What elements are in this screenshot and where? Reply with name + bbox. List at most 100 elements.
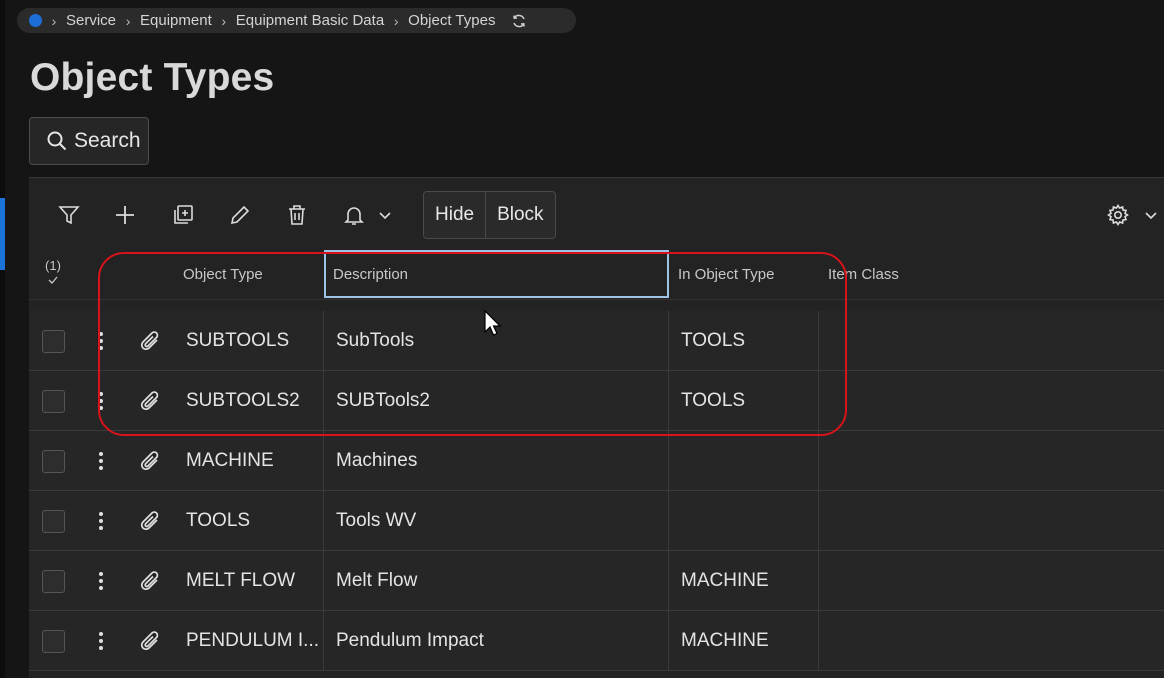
search-button-label: Search xyxy=(74,129,141,152)
cell-item-class xyxy=(831,491,1131,551)
paperclip-icon[interactable] xyxy=(137,387,163,415)
more-options-icon[interactable] xyxy=(91,388,111,414)
column-divider xyxy=(818,311,819,371)
cell-in-object-type-link[interactable] xyxy=(681,431,819,491)
cell-description: SUBTools2 xyxy=(336,390,430,411)
selected-count: (1) xyxy=(45,258,61,273)
table-row[interactable]: SUBTOOLS2 SUBTools2 TOOLS xyxy=(29,371,1164,431)
column-divider xyxy=(323,431,324,491)
column-divider xyxy=(818,371,819,431)
column-divider xyxy=(668,551,669,611)
chevron-right-icon: › xyxy=(221,12,227,29)
cell-object-type: SUBTOOLS xyxy=(186,330,290,351)
column-divider xyxy=(323,611,324,671)
paperclip-icon[interactable] xyxy=(137,567,163,595)
hide-block-button-group: Hide Block xyxy=(423,191,556,239)
table-row[interactable]: MACHINE Machines xyxy=(29,431,1164,491)
column-divider xyxy=(668,311,669,371)
column-divider xyxy=(668,371,669,431)
more-options-icon[interactable] xyxy=(91,628,111,654)
column-divider xyxy=(668,431,669,491)
cell-item-class xyxy=(831,311,1131,371)
cell-item-class xyxy=(831,551,1131,611)
cell-in-object-type-link[interactable]: TOOLS xyxy=(681,311,819,371)
row-checkbox[interactable] xyxy=(42,510,65,533)
breadcrumb-item-equipment-basic-data[interactable]: Equipment Basic Data xyxy=(236,12,384,29)
cell-description: Machines xyxy=(336,450,418,471)
breadcrumb-item-object-types: Object Types xyxy=(408,12,496,29)
column-divider xyxy=(818,551,819,611)
column-divider xyxy=(818,431,819,491)
cell-in-object-type-link[interactable]: TOOLS xyxy=(681,371,819,431)
paperclip-icon[interactable] xyxy=(137,627,163,655)
more-options-icon[interactable] xyxy=(91,508,111,534)
row-spacer xyxy=(29,299,1164,311)
cell-item-class xyxy=(831,371,1131,431)
column-divider xyxy=(668,491,669,551)
settings-chevron-down-icon[interactable] xyxy=(1139,200,1163,230)
table-row[interactable]: TOOLS Tools WV xyxy=(29,491,1164,551)
breadcrumb-item-service[interactable]: Service xyxy=(66,12,116,29)
delete-icon[interactable] xyxy=(282,200,312,230)
refresh-icon[interactable] xyxy=(511,13,527,29)
breadcrumb: › Service › Equipment › Equipment Basic … xyxy=(17,8,576,33)
selection-counter[interactable]: (1) xyxy=(29,258,77,290)
page-title: Object Types xyxy=(30,56,275,99)
column-divider xyxy=(818,491,819,551)
paperclip-icon[interactable] xyxy=(137,447,163,475)
table-toolbar: Hide Block xyxy=(29,178,1164,250)
left-rail-active-indicator xyxy=(0,198,5,270)
cell-in-object-type-link[interactable]: MACHINE xyxy=(681,611,819,671)
gear-icon[interactable] xyxy=(1103,200,1133,230)
more-options-icon[interactable] xyxy=(91,328,111,354)
table-row[interactable]: PENDULUM I... Pendulum Impact MACHINE xyxy=(29,611,1164,671)
home-icon[interactable] xyxy=(29,14,42,27)
add-icon[interactable] xyxy=(110,200,140,230)
column-header-in-object-type[interactable]: In Object Type xyxy=(678,250,774,299)
cell-in-object-type-link[interactable] xyxy=(681,491,819,551)
more-options-icon[interactable] xyxy=(91,568,111,594)
search-icon xyxy=(47,131,67,151)
cell-description: Pendulum Impact xyxy=(336,630,484,651)
cell-description: Tools WV xyxy=(336,510,417,531)
select-all-check-icon[interactable] xyxy=(29,274,77,290)
cell-description: SubTools xyxy=(336,330,415,351)
chevron-down-icon[interactable] xyxy=(373,200,397,230)
table-row[interactable]: MELT FLOW Melt Flow MACHINE xyxy=(29,551,1164,611)
cell-item-class xyxy=(831,431,1131,491)
search-button[interactable]: Search xyxy=(29,117,149,165)
column-divider xyxy=(323,311,324,371)
column-header-object-type[interactable]: Object Type xyxy=(183,250,263,299)
row-checkbox[interactable] xyxy=(42,570,65,593)
breadcrumb-item-equipment[interactable]: Equipment xyxy=(140,12,212,29)
cell-description: Melt Flow xyxy=(336,570,418,591)
filter-icon[interactable] xyxy=(54,200,84,230)
cell-object-type: MELT FLOW xyxy=(186,570,296,591)
table-body: SUBTOOLS SubTools TOOLS SUBTOOLS2 SUBToo… xyxy=(29,311,1164,671)
row-checkbox[interactable] xyxy=(42,390,65,413)
column-divider xyxy=(323,491,324,551)
row-checkbox[interactable] xyxy=(42,630,65,653)
paperclip-icon[interactable] xyxy=(137,507,163,535)
column-divider xyxy=(668,611,669,671)
column-header-description[interactable]: Description xyxy=(333,250,408,299)
column-divider xyxy=(323,371,324,431)
table-panel: Hide Block (1) Object Type Description I… xyxy=(29,177,1164,678)
cell-item-class xyxy=(831,611,1131,671)
column-header-item-class[interactable]: Item Class xyxy=(828,250,899,299)
row-checkbox[interactable] xyxy=(42,330,65,353)
bell-icon[interactable] xyxy=(339,200,369,230)
cell-object-type: MACHINE xyxy=(186,450,274,471)
cell-in-object-type-link[interactable]: MACHINE xyxy=(681,551,819,611)
cell-object-type: PENDULUM I... xyxy=(186,630,320,651)
edit-icon[interactable] xyxy=(225,200,255,230)
chevron-right-icon: › xyxy=(125,12,131,29)
hide-button[interactable]: Hide xyxy=(424,192,486,238)
block-button[interactable]: Block xyxy=(485,192,555,238)
row-checkbox[interactable] xyxy=(42,450,65,473)
more-options-icon[interactable] xyxy=(91,448,111,474)
table-row[interactable]: SUBTOOLS SubTools TOOLS xyxy=(29,311,1164,371)
paperclip-icon[interactable] xyxy=(137,327,163,355)
cell-object-type: TOOLS xyxy=(186,510,251,531)
duplicate-icon[interactable] xyxy=(168,200,198,230)
